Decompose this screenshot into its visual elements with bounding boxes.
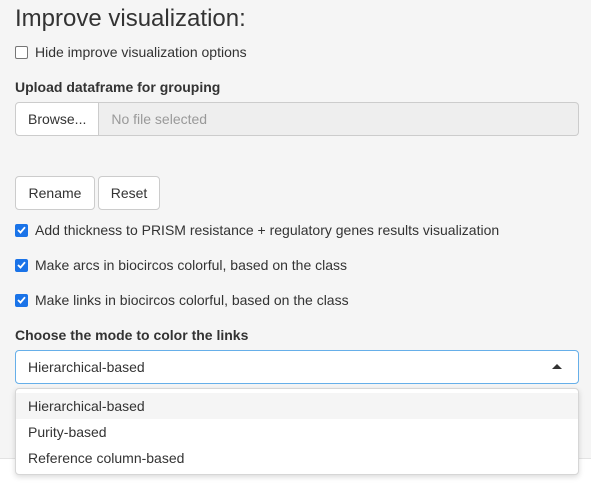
rename-button[interactable]: Rename [15,176,95,210]
hide-options-checkbox[interactable] [15,45,28,59]
thickness-checkbox[interactable] [15,223,28,237]
hide-options-label: Hide improve visualization options [35,44,247,60]
dropdown-option-hierarchical[interactable]: Hierarchical-based [16,393,578,419]
links-colorful-label: Make links in biocircos colorful, based … [35,292,349,308]
checkmark-icon [17,296,26,304]
links-colorful-checkbox[interactable] [15,293,28,307]
dropdown-option-reference-column[interactable]: Reference column-based [16,445,578,471]
section-title: Improve visualization: [15,5,246,32]
checkmark-icon [17,226,26,234]
upload-label: Upload dataframe for grouping [15,79,221,95]
arcs-colorful-checkbox-row[interactable]: Make arcs in biocircos colorful, based o… [15,255,347,275]
file-name-field: No file selected [99,102,579,136]
dropdown-option-purity[interactable]: Purity-based [16,419,578,445]
links-colorful-checkbox-row[interactable]: Make links in biocircos colorful, based … [15,290,349,310]
link-mode-select[interactable]: Hierarchical-based [15,350,579,384]
link-mode-selected-value: Hierarchical-based [28,359,145,375]
hide-options-checkbox-row[interactable]: Hide improve visualization options [15,42,247,62]
link-mode-dropdown-menu: Hierarchical-based Purity-based Referenc… [15,388,579,475]
thickness-label: Add thickness to PRISM resistance + regu… [35,222,500,238]
reset-button[interactable]: Reset [98,176,160,210]
link-mode-label: Choose the mode to color the links [15,327,249,343]
file-upload-group: Browse... No file selected [15,102,579,136]
checkmark-icon [17,261,26,269]
arcs-colorful-checkbox[interactable] [15,258,28,272]
arcs-colorful-label: Make arcs in biocircos colorful, based o… [35,257,348,273]
browse-button[interactable]: Browse... [15,102,100,136]
caret-up-icon [552,364,562,369]
thickness-checkbox-row[interactable]: Add thickness to PRISM resistance + regu… [15,220,499,240]
